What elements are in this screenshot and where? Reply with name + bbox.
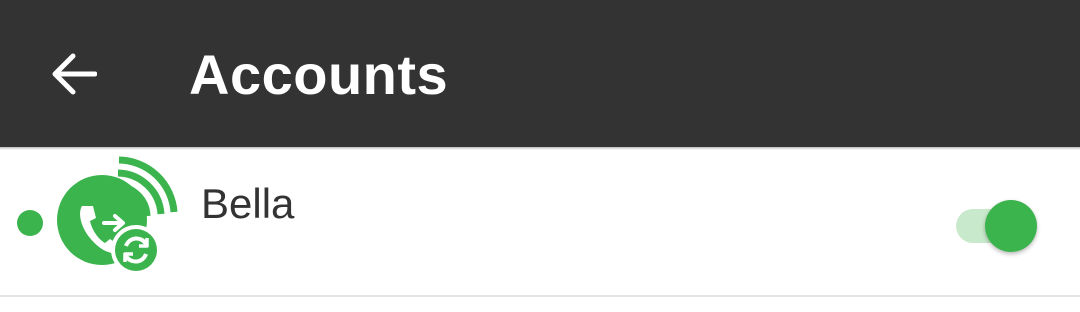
account-name: Bella (201, 180, 295, 227)
back-button[interactable] (30, 30, 118, 118)
toggle-thumb (985, 200, 1037, 252)
online-status-dot (17, 210, 43, 236)
account-row-bella[interactable]: Bella (0, 150, 1080, 295)
account-enabled-toggle[interactable] (952, 194, 1048, 254)
page-title: Accounts (189, 43, 449, 106)
arrow-left-icon (52, 53, 97, 95)
sip-phone-sync-icon (57, 156, 178, 275)
app-bar: Accounts (0, 0, 1080, 147)
row-divider (0, 295, 1080, 297)
